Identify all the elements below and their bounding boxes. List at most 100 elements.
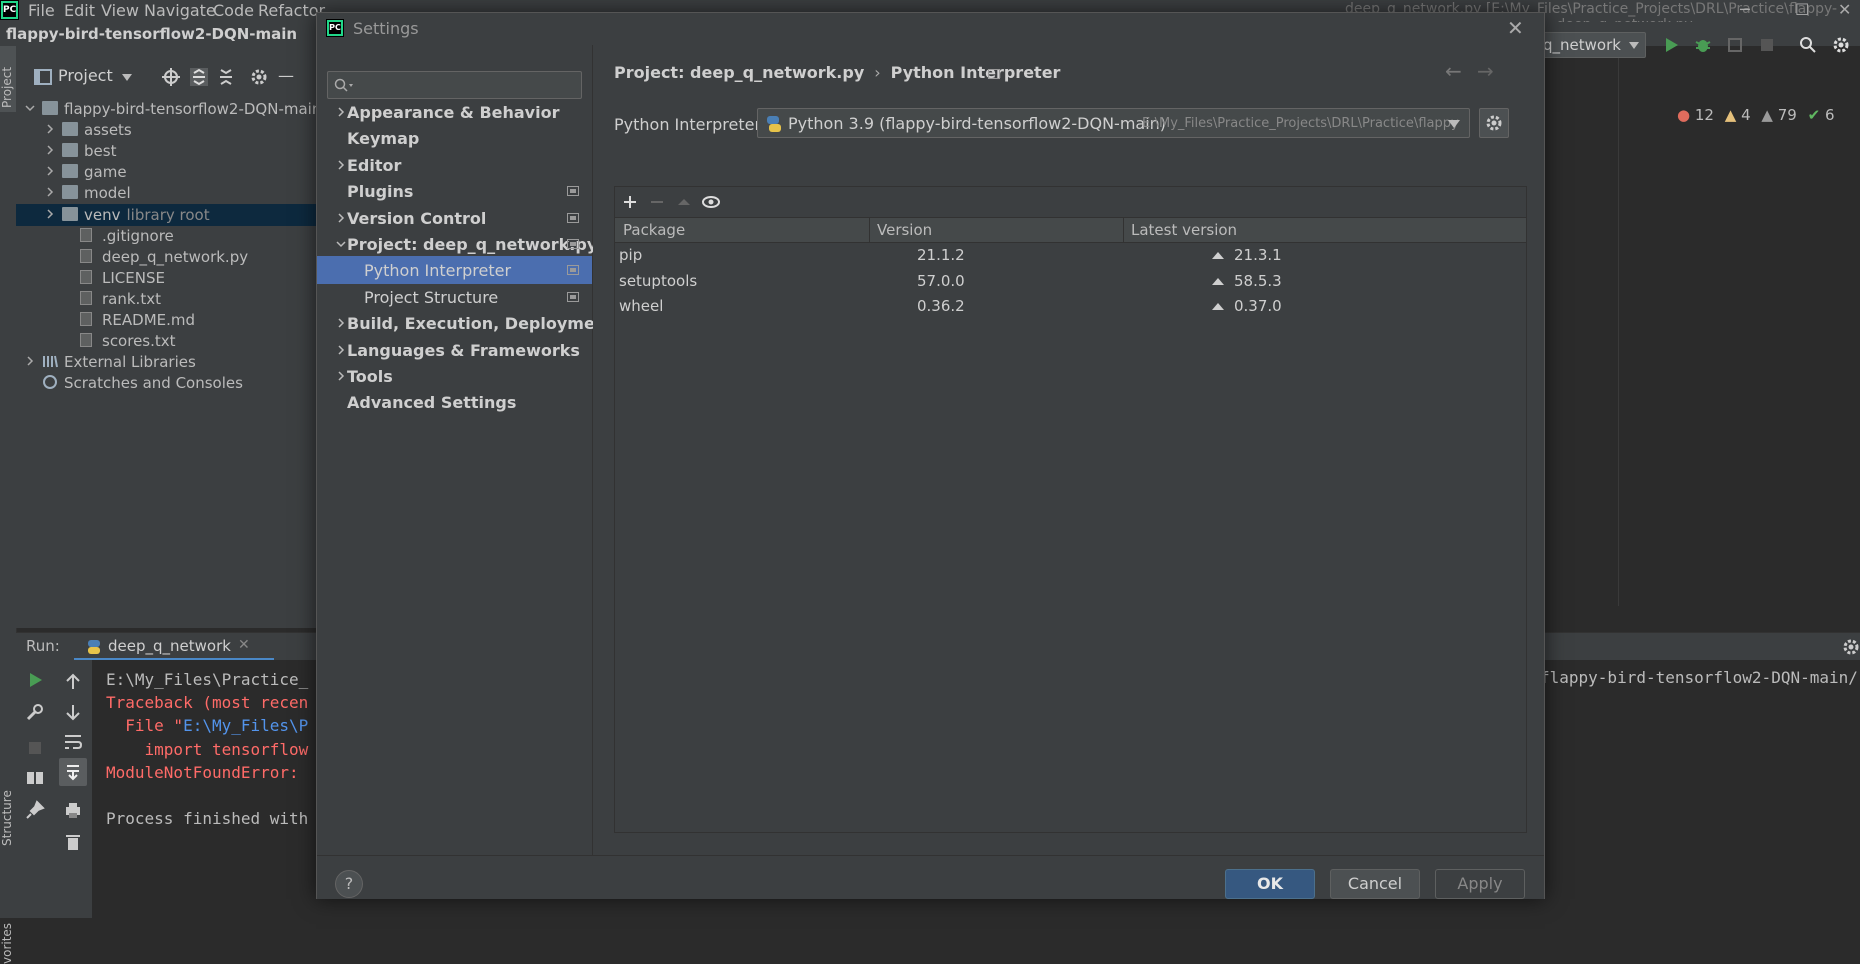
table-row[interactable]: setuptools 57.0.0 58.5.3 xyxy=(615,269,1526,295)
tree-item-2[interactable]: best xyxy=(16,140,316,162)
project-tool-label[interactable]: Project xyxy=(0,67,14,108)
settings-nav-item-5[interactable]: Project: deep_q_network.py xyxy=(317,230,597,258)
layout-icon[interactable] xyxy=(25,768,45,788)
upgrade-package-icon[interactable] xyxy=(673,191,695,213)
chevron-right-icon[interactable] xyxy=(44,123,56,135)
settings-nav-item-9[interactable]: Languages & Frameworks xyxy=(317,336,592,364)
show-early-releases-eye-icon[interactable] xyxy=(700,191,722,213)
gear-icon[interactable] xyxy=(1842,638,1860,656)
expand-all-icon[interactable] xyxy=(190,68,208,86)
help-button[interactable]: ? xyxy=(335,870,363,898)
chevron-down-icon[interactable] xyxy=(122,74,132,82)
arrow-down-icon[interactable] xyxy=(63,702,83,722)
tree-item-9[interactable]: rank.txt xyxy=(16,288,316,310)
interpreter-select[interactable]: Python 3.9 (flappy-bird-tensorflow2-DQN-… xyxy=(757,108,1470,138)
tree-item-8[interactable]: LICENSE xyxy=(16,267,316,289)
tree-item-13[interactable]: Scratches and Consoles xyxy=(16,372,316,394)
settings-nav-item-2[interactable]: Editor xyxy=(317,151,592,179)
scroll-to-end-icon[interactable] xyxy=(63,762,83,782)
run-icon[interactable] xyxy=(1662,36,1680,54)
apply-button[interactable]: Apply xyxy=(1435,869,1525,899)
hide-panel-icon[interactable]: — xyxy=(278,66,294,85)
chevron-right-icon[interactable] xyxy=(335,159,347,171)
tree-item-11[interactable]: scores.txt xyxy=(16,330,316,352)
interpreter-settings-button[interactable] xyxy=(1479,108,1509,138)
chevron-right-icon[interactable] xyxy=(335,370,347,382)
back-arrow-icon[interactable]: ← xyxy=(1445,59,1462,83)
tree-item-3[interactable]: game xyxy=(16,161,316,183)
wrench-icon[interactable] xyxy=(25,702,45,722)
tree-item-12[interactable]: External Libraries xyxy=(16,351,316,373)
tree-item-0[interactable]: flappy-bird-tensorflow2-DQN-main xyxy=(16,98,321,120)
tree-item-10[interactable]: README.md xyxy=(16,309,316,331)
menu-code[interactable]: Code xyxy=(213,1,254,20)
ok-button[interactable]: OK xyxy=(1225,869,1315,899)
structure-tool-label[interactable]: Structure xyxy=(0,790,14,846)
chevron-right-icon[interactable] xyxy=(44,165,56,177)
tree-item-6[interactable]: .gitignore xyxy=(16,225,316,247)
column-divider[interactable] xyxy=(1123,218,1124,242)
column-divider[interactable] xyxy=(869,218,870,242)
menu-file[interactable]: File xyxy=(28,1,55,20)
chevron-right-icon[interactable] xyxy=(335,212,347,224)
chevron-right-icon[interactable] xyxy=(24,355,36,367)
favorites-tool-label[interactable]: vorites xyxy=(0,923,14,964)
cancel-button[interactable]: Cancel xyxy=(1330,869,1420,899)
table-row[interactable]: wheel 0.36.2 0.37.0 xyxy=(615,294,1526,320)
search-icon[interactable] xyxy=(1799,36,1817,54)
breadcrumb-parent[interactable]: Project: deep_q_network.py xyxy=(614,63,864,82)
settings-nav-item-8[interactable]: Build, Execution, Deployment xyxy=(317,309,614,337)
stop-icon[interactable] xyxy=(25,738,45,758)
forward-arrow-icon[interactable]: → xyxy=(1477,59,1494,83)
chevron-right-icon[interactable] xyxy=(335,344,347,356)
settings-nav-item-3[interactable]: Plugins xyxy=(317,177,592,205)
menu-view[interactable]: View xyxy=(101,1,139,20)
collapse-all-icon[interactable] xyxy=(217,68,235,86)
project-tree[interactable]: flappy-bird-tensorflow2-DQN-main assets be… xyxy=(16,98,321,498)
run-tab-deep-q-network[interactable]: deep_q_network ✕ xyxy=(74,633,274,661)
column-package[interactable]: Package xyxy=(623,221,685,239)
settings-nav-item-6[interactable]: Python Interpreter xyxy=(317,256,592,285)
coverage-icon[interactable] xyxy=(1726,36,1744,54)
tree-item-1[interactable]: assets xyxy=(16,119,316,141)
print-icon[interactable] xyxy=(63,800,83,820)
add-package-icon[interactable] xyxy=(619,191,641,213)
menu-edit[interactable]: Edit xyxy=(64,1,95,20)
settings-nav-item-7[interactable]: Project Structure xyxy=(317,283,592,311)
settings-search-field[interactable] xyxy=(356,74,580,98)
column-latest-version[interactable]: Latest version xyxy=(1131,221,1237,239)
settings-nav-item-0[interactable]: Appearance & Behavior xyxy=(317,98,592,126)
chevron-down-icon[interactable] xyxy=(335,238,347,250)
settings-search-input[interactable] xyxy=(327,71,582,99)
soft-wrap-icon[interactable] xyxy=(63,732,83,752)
column-version[interactable]: Version xyxy=(877,221,932,239)
remove-package-icon[interactable] xyxy=(646,191,668,213)
settings-nav-item-11[interactable]: Advanced Settings xyxy=(317,388,592,416)
arrow-up-icon[interactable] xyxy=(63,672,83,692)
settings-nav-item-1[interactable]: Keymap xyxy=(317,124,592,152)
settings-nav-item-4[interactable]: Version Control xyxy=(317,204,592,232)
chevron-right-icon[interactable] xyxy=(335,106,347,118)
pin-icon[interactable] xyxy=(25,800,45,820)
tree-item-4[interactable]: model xyxy=(16,182,316,204)
trash-icon[interactable] xyxy=(63,832,83,852)
settings-gear-icon[interactable] xyxy=(1832,36,1850,54)
chevron-right-icon[interactable] xyxy=(44,186,56,198)
tree-item-7[interactable]: deep_q_network.py xyxy=(16,246,316,268)
inspection-widget[interactable]: ● 12 ▲ 4 ▲ 79 ✔ 6 xyxy=(1677,106,1835,124)
run-configuration-select[interactable]: q_network xyxy=(1536,32,1646,58)
tree-item-5[interactable]: venv library root xyxy=(16,203,316,226)
rerun-icon[interactable] xyxy=(25,670,45,690)
menu-navigate[interactable]: Navigate xyxy=(144,1,216,20)
chevron-right-icon[interactable] xyxy=(44,208,56,220)
locate-file-icon[interactable] xyxy=(162,68,180,86)
chevron-right-icon[interactable] xyxy=(44,144,56,156)
stop-icon[interactable] xyxy=(1758,36,1776,54)
chevron-down-icon[interactable] xyxy=(24,102,36,114)
settings-nav-item-10[interactable]: Tools xyxy=(317,362,592,390)
debug-bug-icon[interactable] xyxy=(1694,36,1712,54)
gear-icon[interactable] xyxy=(250,68,268,86)
console-file-link[interactable]: E:\My_Files\P xyxy=(183,716,308,735)
chevron-right-icon[interactable] xyxy=(335,317,347,329)
close-window-icon[interactable]: ✕ xyxy=(1838,0,1851,19)
